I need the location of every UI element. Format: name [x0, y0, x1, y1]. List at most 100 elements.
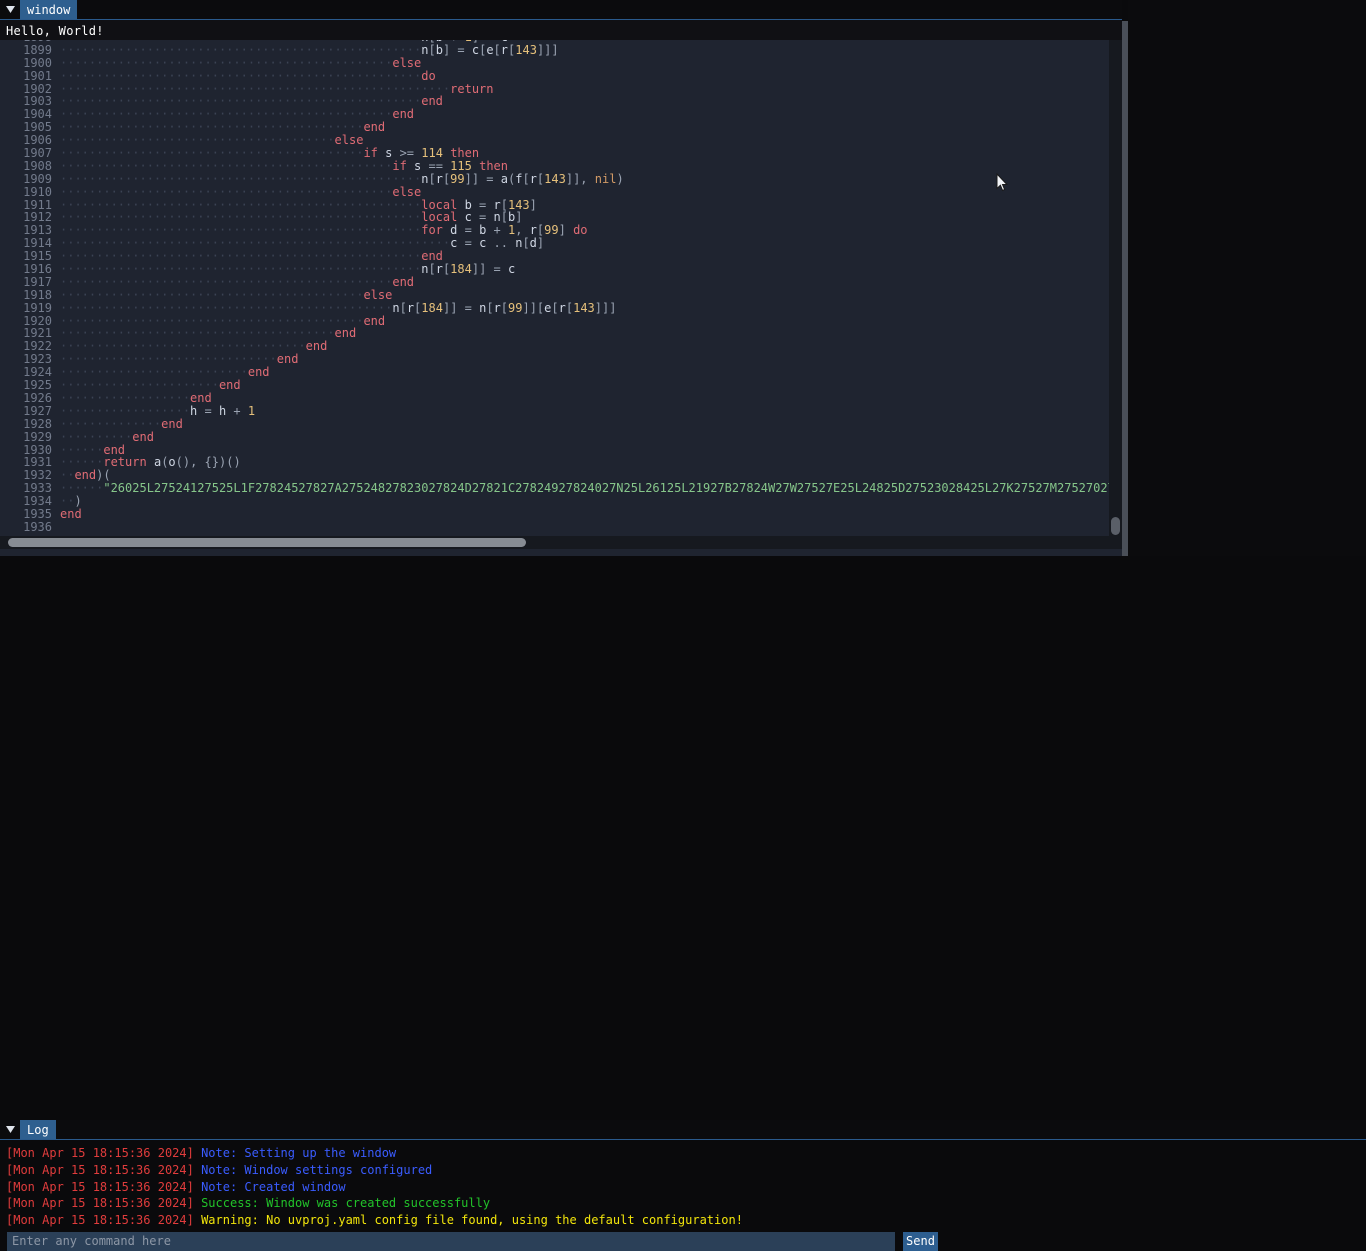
code-token: return: [450, 81, 494, 96]
indent-guide: ······································: [60, 133, 335, 148]
line-number: 1908: [23, 158, 52, 173]
indent-guide: ········································…: [60, 184, 393, 199]
code-token: ]][: [522, 300, 545, 315]
mouse-pointer-icon: [996, 172, 1008, 192]
log-timestamp: [Mon Apr 15 18:15:36 2024]: [6, 1213, 202, 1227]
indent-guide: ······································: [60, 326, 335, 341]
code-token: r: [406, 300, 415, 315]
code-line-content: ··············end: [60, 417, 183, 431]
code-line-content: ········································…: [60, 262, 515, 276]
code-token: r: [529, 171, 537, 186]
code-token: end: [363, 120, 386, 135]
log-timestamp: [Mon Apr 15 18:15:36 2024]: [6, 1162, 202, 1177]
command-input[interactable]: Enter any command here: [7, 1232, 895, 1251]
code-line-content: ··): [60, 494, 82, 508]
code-token: do: [573, 223, 588, 238]
code-line: 1934 ··): [0, 495, 1122, 508]
code-line-content: end: [60, 507, 82, 521]
code-token: [: [522, 236, 530, 251]
code-token: [: [399, 300, 407, 315]
indent-guide: ······: [60, 481, 104, 496]
log-timestamp: [Mon Apr 15 18:15:36 2024]: [6, 1179, 202, 1194]
editor-vertical-scrollbar[interactable]: [1109, 40, 1122, 543]
code-token: 143: [507, 197, 530, 212]
log-window-tabbar: Log: [0, 1120, 1366, 1140]
code-token: end: [421, 94, 443, 109]
code-token: end: [190, 390, 212, 405]
code-line-content: ······························end: [60, 352, 298, 366]
line-number: 1935: [23, 506, 52, 521]
code-token: [: [428, 262, 436, 277]
indent-guide: ········································…: [60, 158, 393, 173]
code-line-content: ··································end: [60, 339, 327, 353]
code-token: 99: [544, 223, 559, 238]
code-token: 143: [573, 300, 595, 315]
log-entry: [Mon Apr 15 18:15:36 2024] Warning: No u…: [0, 1212, 1366, 1227]
log-entry-list: [Mon Apr 15 18:15:36 2024] Note: Setting…: [0, 1145, 1366, 1227]
code-line-content: ········································…: [60, 82, 494, 96]
dock-tab-window[interactable]: window: [20, 0, 78, 19]
indent-guide: ······: [60, 455, 104, 470]
code-line-content: ······return a(o(), {})(): [60, 455, 241, 469]
editor-vertical-scroll-grip[interactable]: [1111, 517, 1120, 535]
indent-guide: ········································…: [60, 55, 393, 70]
code-token: else: [334, 133, 364, 148]
code-window: window Hello, World! 1898···············…: [0, 0, 1122, 556]
indent-guide: ········································…: [60, 223, 422, 238]
code-line: 1935 end: [0, 508, 1122, 521]
line-number: 1907: [23, 146, 52, 161]
indent-guide: ········································…: [60, 94, 422, 109]
log-entry: [Mon Apr 15 18:15:36 2024] Note: Created…: [0, 1179, 1366, 1196]
indent-guide: ··················: [60, 403, 191, 418]
code-token: ]: [529, 197, 537, 212]
code-token: [: [500, 197, 508, 212]
editor-horizontal-scroll-grip[interactable]: [8, 538, 526, 547]
code-line: 1936: [0, 520, 1122, 534]
code-editor-lines: 1898····································…: [0, 40, 1122, 534]
code-token: end: [363, 313, 386, 328]
code-token: [: [486, 300, 494, 315]
code-line-content: ······································el…: [60, 133, 363, 147]
collapse-arrow-down-icon[interactable]: [0, 1120, 20, 1139]
code-line-content: ··················h = h + 1: [60, 404, 255, 418]
code-token: 1: [247, 403, 256, 418]
code-token: =: [197, 403, 219, 418]
log-entry: [Mon Apr 15 18:15:36 2024] Success: Wind…: [0, 1195, 1366, 1212]
editor-horizontal-scrollbar[interactable]: [0, 536, 1109, 549]
code-token: ]: [536, 236, 545, 251]
send-button[interactable]: Send: [903, 1232, 938, 1251]
code-line-content: ········································…: [60, 56, 421, 70]
indent-guide: ········································…: [60, 236, 451, 251]
log-message: Warning: No uvproj.yaml config file foun…: [201, 1213, 743, 1227]
code-token: =: [471, 210, 494, 225]
log-message: Success: Window was created successfully: [201, 1196, 491, 1211]
code-token: "26025L27524127525L1F27824527827A2752482…: [103, 481, 1122, 496]
collapse-arrow-down-icon[interactable]: [0, 0, 20, 19]
code-line-content: ········································…: [60, 288, 392, 302]
code-line-content: ··········end: [60, 430, 154, 444]
code-editor[interactable]: 1898····································…: [0, 40, 1122, 556]
code-line-content: ········································…: [60, 210, 522, 224]
code-line-content: ········································…: [60, 185, 421, 199]
code-line-content: ········································…: [60, 236, 544, 250]
code-line-content: ········································…: [60, 120, 385, 134]
code-token: n: [392, 300, 400, 315]
code-line-content: ········································…: [60, 314, 385, 328]
code-token: r: [435, 262, 443, 277]
code-token: r: [435, 171, 443, 186]
code-token: end: [276, 352, 299, 367]
code-token: 143: [544, 171, 566, 186]
indent-guide: ········································…: [60, 262, 422, 277]
code-token: [: [500, 300, 509, 315]
code-token: end: [161, 416, 183, 431]
code-token: r: [493, 300, 501, 315]
code-token: ]]]: [594, 300, 617, 315]
code-token: else: [392, 184, 422, 199]
code-token: [: [428, 42, 436, 57]
dock-tab-log[interactable]: Log: [20, 1120, 56, 1139]
code-line: 1929 ··········end: [0, 430, 1122, 444]
code-line: 1931 ······return a(o(), {})(): [0, 456, 1122, 469]
